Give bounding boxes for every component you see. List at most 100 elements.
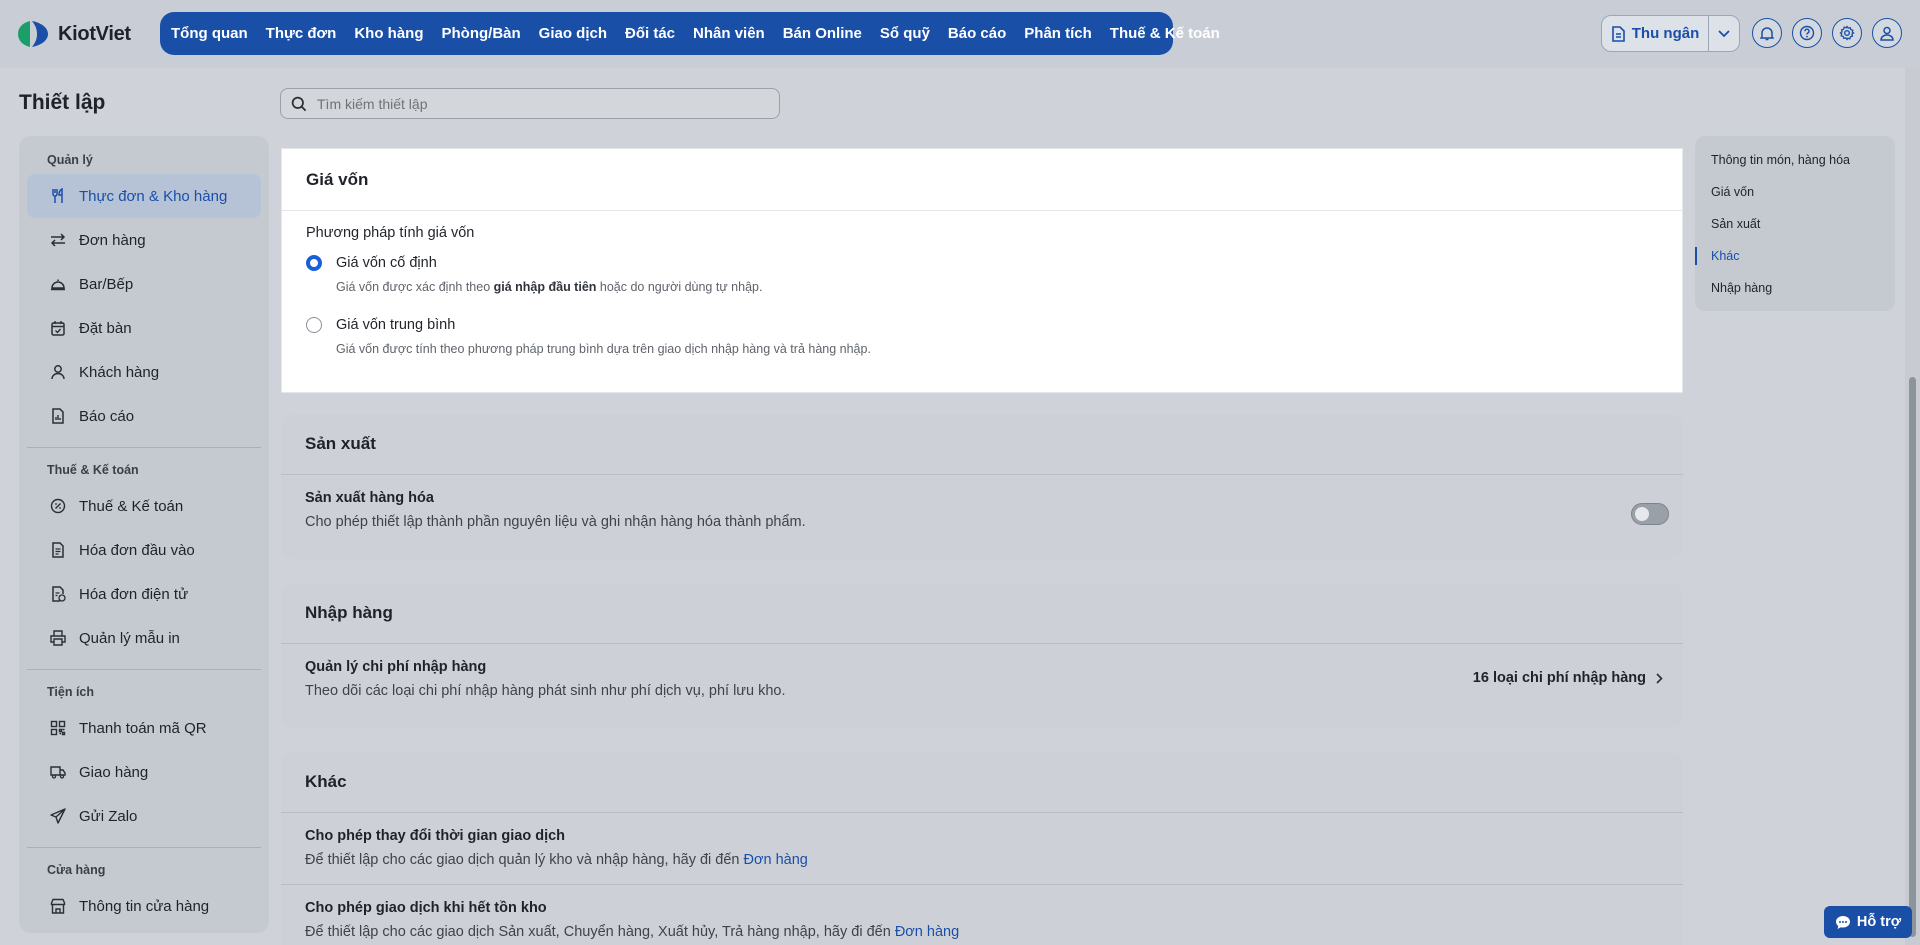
orders-link[interactable]: Đơn hàng xyxy=(744,852,808,868)
purchase-cost-types-link[interactable]: 16 loại chi phí nhập hàng xyxy=(1473,670,1663,686)
sidebar-item-label: Báo cáo xyxy=(79,407,135,425)
account-button[interactable] xyxy=(1872,18,1902,48)
document-icon xyxy=(1611,25,1625,42)
cashier-dropdown-button[interactable] xyxy=(1709,16,1739,51)
sidebar-divider xyxy=(27,447,261,448)
sidebar-item-gui-zalo[interactable]: Gửi Zalo xyxy=(27,794,261,838)
row-description: Cho phép thiết lập thành phần nguyên liệ… xyxy=(305,514,806,530)
sidebar-item-giao-hang[interactable]: Giao hàng xyxy=(27,750,261,794)
sidebar-group-label: Cửa hàng xyxy=(47,863,106,877)
radio-label: Giá vốn cố định xyxy=(336,255,437,271)
bell-icon xyxy=(1760,26,1774,40)
sidebar-item-bar-bep[interactable]: Bar/Bếp xyxy=(27,262,261,306)
change-transaction-time-row: Cho phép thay đổi thời gian giao dịch Để… xyxy=(281,813,1683,885)
support-button[interactable]: Hỗ trợ xyxy=(1824,906,1912,938)
calendar-check-icon xyxy=(49,319,67,337)
sidebar-item-hoa-don-dien-tu[interactable]: Hóa đơn điện tử xyxy=(27,572,261,616)
help-button[interactable] xyxy=(1792,18,1822,48)
transfer-icon xyxy=(49,231,67,249)
sidebar-item-thong-tin-cua-hang[interactable]: Thông tin cửa hàng xyxy=(27,884,261,928)
sidebar-item-label: Khách hàng xyxy=(79,363,160,381)
sidebar-item-label: Hóa đơn điện tử xyxy=(79,585,189,603)
search-icon xyxy=(291,96,307,111)
sidebar-group-label: Thuế & Kế toán xyxy=(47,463,139,477)
production-toggle[interactable] xyxy=(1631,503,1669,525)
search-input[interactable] xyxy=(317,95,757,112)
toc-item-khac[interactable]: Khác xyxy=(1695,240,1895,272)
nav-item-doi-tac[interactable]: Đối tác xyxy=(616,25,684,42)
toc-item-gia-von[interactable]: Giá vốn xyxy=(1695,176,1895,208)
nav-item-giao-dich[interactable]: Giao dịch xyxy=(530,25,616,42)
nav-item-so-quy[interactable]: Sổ quỹ xyxy=(871,25,939,42)
kiotviet-logo-icon xyxy=(18,21,48,47)
sidebar-item-label: Giao hàng xyxy=(79,763,149,781)
settings-icon xyxy=(1839,25,1855,41)
sidebar-item-label: Thuế & Kế toán xyxy=(79,497,184,515)
section-toc: Thông tin món, hàng hóa Giá vốn Sản xuất… xyxy=(1695,136,1895,311)
sidebar-item-label: Thanh toán mã QR xyxy=(79,719,207,737)
logo[interactable]: KiotViet xyxy=(16,18,131,50)
row-title: Quản lý chi phí nhập hàng xyxy=(305,659,487,675)
nav-item-ban-online[interactable]: Bán Online xyxy=(774,25,871,42)
sidebar-item-thue-ke-toan[interactable]: Thuế & Kế toán xyxy=(27,484,261,528)
radio-selected[interactable] xyxy=(306,255,322,271)
sidebar-item-label: Thông tin cửa hàng xyxy=(79,897,210,915)
send-icon xyxy=(49,807,67,825)
settings-button[interactable] xyxy=(1832,18,1862,48)
chevron-right-icon xyxy=(1656,672,1663,684)
brand-name: KiotViet xyxy=(58,22,131,45)
settings-sidebar: Quản lý Thực đơn & Kho hàng Đơn hàng Bar… xyxy=(19,136,269,933)
sidebar-item-label: Bar/Bếp xyxy=(79,275,134,293)
sidebar-item-bao-cao[interactable]: Báo cáo xyxy=(27,394,261,438)
sidebar-item-dat-ban[interactable]: Đặt bàn xyxy=(27,306,261,350)
orders-link[interactable]: Đơn hàng xyxy=(895,924,959,940)
truck-icon xyxy=(49,763,67,781)
sidebar-item-khach-hang[interactable]: Khách hàng xyxy=(27,350,261,394)
toc-item-thong-tin[interactable]: Thông tin món, hàng hóa xyxy=(1695,144,1895,176)
sidebar-item-thanh-toan-qr[interactable]: Thanh toán mã QR xyxy=(27,706,261,750)
sidebar-item-don-hang[interactable]: Đơn hàng xyxy=(27,218,261,262)
settings-content: Giá vốn Phương pháp tính giá vốn Giá vốn… xyxy=(281,136,1685,945)
cost-option-fixed[interactable]: Giá vốn cố định Giá vốn được xác định th… xyxy=(282,247,1682,299)
nav-item-phong-ban[interactable]: Phòng/Bàn xyxy=(433,25,530,42)
radio-description: Giá vốn được xác định theo giá nhập đầu … xyxy=(336,280,763,294)
cost-price-section: Giá vốn Phương pháp tính giá vốn Giá vốn… xyxy=(281,148,1683,393)
row-description: Để thiết lập cho các giao dịch quản lý k… xyxy=(305,852,808,868)
help-icon xyxy=(1799,25,1815,41)
nav-item-phan-tich[interactable]: Phân tích xyxy=(1015,25,1101,42)
sidebar-group-label: Quản lý xyxy=(47,153,93,167)
section-title: Sản xuất xyxy=(281,414,1683,475)
top-bar: KiotViet Tổng quan Thực đơn Kho hàng Phò… xyxy=(0,0,1920,68)
document-icon xyxy=(49,541,67,559)
section-title: Khác xyxy=(281,752,1683,813)
nav-item-thuc-don[interactable]: Thực đơn xyxy=(257,25,346,42)
row-title: Cho phép thay đổi thời gian giao dịch xyxy=(305,828,566,844)
toc-item-san-xuat[interactable]: Sản xuất xyxy=(1695,208,1895,240)
cashier-button-group: Thu ngân xyxy=(1601,15,1740,52)
toc-item-nhap-hang[interactable]: Nhập hàng xyxy=(1695,272,1895,304)
row-title: Cho phép giao dịch khi hết tồn kho xyxy=(305,900,547,916)
nav-item-kho-hang[interactable]: Kho hàng xyxy=(345,25,432,42)
radio-unselected[interactable] xyxy=(306,317,322,333)
cashier-button[interactable]: Thu ngân xyxy=(1602,16,1709,51)
radio-label: Giá vốn trung bình xyxy=(336,317,456,333)
cost-option-average[interactable]: Giá vốn trung bình Giá vốn được tính the… xyxy=(282,309,1682,361)
settings-search xyxy=(280,88,780,119)
row-description: Để thiết lập cho các giao dịch Sản xuất,… xyxy=(305,924,960,940)
notification-button[interactable] xyxy=(1752,18,1782,48)
nav-item-thue-ke-toan[interactable]: Thuế & Kế toán xyxy=(1101,25,1229,42)
cost-method-label: Phương pháp tính giá vốn xyxy=(306,225,475,241)
nav-item-tong-quan[interactable]: Tổng quan xyxy=(170,25,257,42)
nav-item-bao-cao[interactable]: Báo cáo xyxy=(939,25,1015,42)
purchasing-section: Nhập hàng Quản lý chi phí nhập hàng Theo… xyxy=(281,583,1683,728)
radio-description: Giá vốn được tính theo phương pháp trung… xyxy=(336,342,871,356)
other-section: Khác Cho phép thay đổi thời gian giao dị… xyxy=(281,752,1683,945)
row-title: Sản xuất hàng hóa xyxy=(305,490,434,506)
link-label: 16 loại chi phí nhập hàng xyxy=(1472,670,1646,686)
sidebar-item-quan-ly-mau-in[interactable]: Quản lý mẫu in xyxy=(27,616,261,660)
sidebar-item-thuc-don-kho-hang[interactable]: Thực đơn & Kho hàng xyxy=(27,174,261,218)
scrollbar-thumb[interactable] xyxy=(1909,377,1916,937)
sidebar-divider xyxy=(27,669,261,670)
sidebar-item-hoa-don-dau-vao[interactable]: Hóa đơn đầu vào xyxy=(27,528,261,572)
nav-item-nhan-vien[interactable]: Nhân viên xyxy=(684,25,774,42)
